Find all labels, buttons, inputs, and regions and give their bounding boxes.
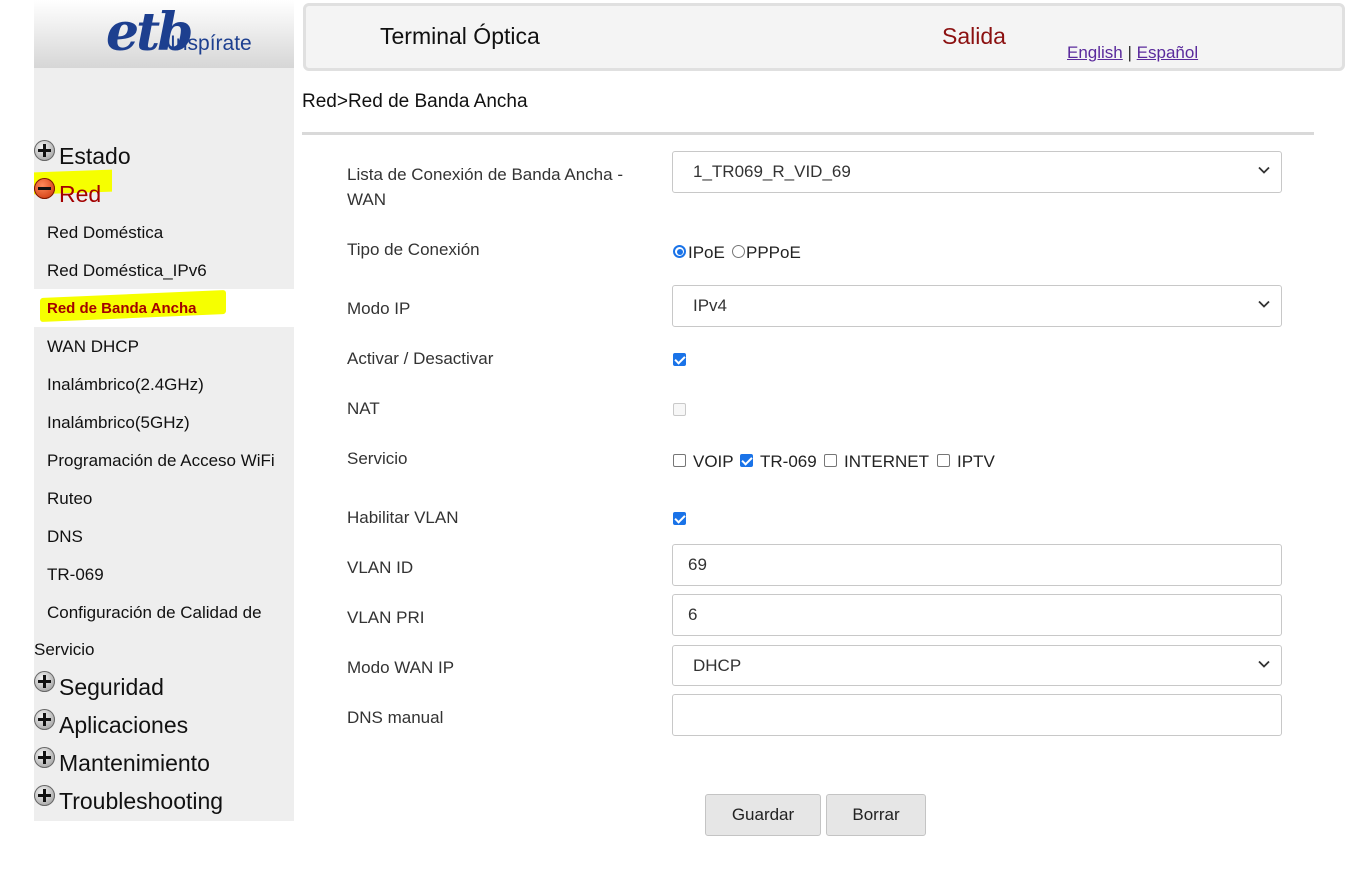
dns-manual-label: DNS manual [347,708,444,727]
nat-checkbox[interactable] [673,403,686,416]
wan-connection-select[interactable]: 1_TR069_R_VID_69 [672,151,1282,193]
sidebar-group-aplicaciones[interactable]: Aplicaciones [34,708,188,742]
expand-plus-icon [34,784,55,806]
chevron-down-icon [1258,166,1270,174]
pppoe-label: PPPoE [746,243,801,262]
sidebar-item-inalambrico-5[interactable]: Inalámbrico(5GHz) [47,413,190,433]
sidebar-item-red-banda-ancha[interactable]: Red de Banda Ancha [47,300,196,317]
service-tr069-label: TR-069 [760,452,817,471]
sidebar-group-label: Red [59,180,102,207]
enable-label: Activar / Desactivar [347,349,494,368]
lang-english-link[interactable]: English [1067,43,1123,62]
dns-manual-input[interactable] [672,694,1282,736]
vlan-pri-input[interactable]: 6 [672,594,1282,636]
vlan-enable-checkbox[interactable] [673,512,686,525]
ip-mode-select[interactable]: IPv4 [672,285,1282,327]
service-voip-label: VOIP [693,452,734,471]
sidebar-item-red-domestica-ipv6[interactable]: Red Doméstica_IPv6 [47,261,207,281]
top-header: Terminal Óptica Salida English | Español [303,3,1345,71]
service-label: Servicio [347,449,408,468]
sidebar-group-label: Aplicaciones [59,711,189,738]
service-internet-checkbox[interactable] [824,454,837,467]
sidebar-item-qos-continued[interactable]: Servicio [34,640,94,660]
lang-separator: | [1127,43,1132,62]
vlan-id-value: 69 [688,555,707,574]
sidebar-group-label: Mantenimiento [59,749,210,776]
save-button[interactable]: Guardar [705,794,821,836]
sidebar-item-ruteo[interactable]: Ruteo [47,489,92,509]
conn-type-label: Tipo de Conexión [347,240,480,259]
wan-ip-mode-select[interactable]: DHCP [672,645,1282,686]
sidebar-group-seguridad[interactable]: Seguridad [34,670,164,704]
vlan-id-label: VLAN ID [347,558,414,577]
ip-mode-value: IPv4 [693,296,728,315]
wan-ip-mode-label: Modo WAN IP [347,658,455,677]
expand-plus-icon [34,746,55,768]
pppoe-radio[interactable] [732,245,745,258]
wan-connection-value: 1_TR069_R_VID_69 [693,162,851,181]
service-internet-label: INTERNET [844,452,929,471]
vlan-pri-value: 6 [688,605,698,624]
service-voip-checkbox[interactable] [673,454,686,467]
ipoe-radio[interactable] [673,245,686,258]
language-switcher: English | Español [1067,43,1198,63]
sidebar-item-inalambrico-24[interactable]: Inalámbrico(2.4GHz) [47,375,204,395]
sidebar-group-troubleshooting[interactable]: Troubleshooting [34,784,223,818]
vlan-pri-label: VLAN PRI [347,608,425,627]
sidebar-group-label: Estado [59,142,131,169]
chevron-down-icon [1258,300,1270,308]
sidebar-group-label: Troubleshooting [59,787,224,814]
wan-list-label-line2: WAN [347,190,387,209]
sidebar-group-red[interactable]: Red [34,177,101,211]
collapse-minus-icon [34,177,55,199]
page-header-title: Terminal Óptica [380,23,540,49]
wan-ip-mode-value: DHCP [693,655,742,675]
sidebar-item-tr069[interactable]: TR-069 [47,565,104,585]
nat-label: NAT [347,399,380,418]
enable-checkbox[interactable] [673,353,686,366]
sidebar-item-wifi-schedule[interactable]: Programación de Acceso WiFi [47,451,275,471]
ipoe-label: IPoE [688,243,725,262]
logout-link[interactable]: Salida [942,23,1006,50]
chevron-down-icon [1258,660,1270,668]
service-iptv-checkbox[interactable] [937,454,950,467]
ip-mode-label: Modo IP [347,299,411,318]
expand-plus-icon [34,139,55,161]
sidebar-item-dns[interactable]: DNS [47,527,83,547]
wan-list-label: Lista de Conexión de Banda Ancha - WAN [347,162,623,212]
breadcrumb: Red>Red de Banda Ancha [302,91,528,112]
clear-button[interactable]: Borrar [826,794,926,836]
vlan-id-input[interactable]: 69 [672,544,1282,586]
sidebar-group-estado[interactable]: Estado [34,139,131,173]
vlan-enable-label: Habilitar VLAN [347,508,459,527]
sidebar-item-red-domestica[interactable]: Red Doméstica [47,223,163,243]
divider [302,132,1314,135]
service-tr069-checkbox[interactable] [740,454,753,467]
wan-list-label-line1: Lista de Conexión de Banda Ancha - [347,165,623,184]
sidebar-item-wan-dhcp[interactable]: WAN DHCP [47,337,139,357]
sidebar-item-qos[interactable]: Configuración de Calidad de [47,603,262,623]
service-iptv-label: IPTV [957,452,995,471]
sidebar-group-label: Seguridad [59,673,164,700]
expand-plus-icon [34,670,55,692]
sidebar-group-mantenimiento[interactable]: Mantenimiento [34,746,210,780]
expand-plus-icon [34,708,55,730]
etb-logo: etb Inspírate [34,0,294,68]
logo-tagline: Inspírate [170,32,252,55]
lang-spanish-link[interactable]: Español [1137,43,1198,62]
